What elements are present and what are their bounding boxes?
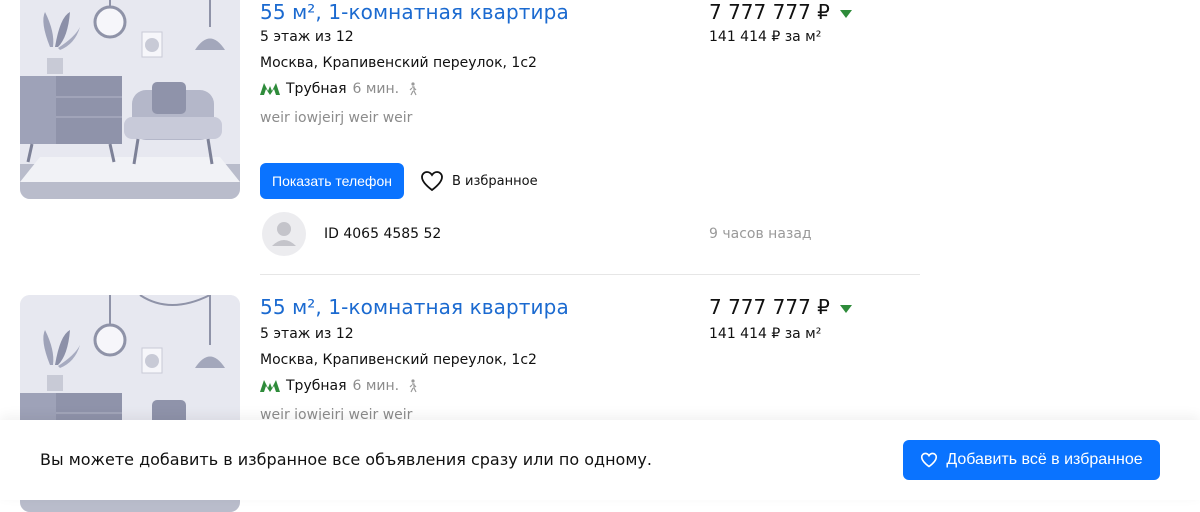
listing-price: 7 777 777 ₽	[709, 295, 852, 319]
listing-photo-placeholder[interactable]	[20, 0, 240, 199]
listing-title-link[interactable]: 55 м², 1-комнатная квартира	[260, 0, 569, 24]
owner-id: ID 4065 4585 52	[324, 226, 442, 242]
metro-station: Трубная	[286, 378, 347, 394]
listing-divider	[260, 274, 920, 275]
listing-address: Москва, Крапивенский переулок, 1с2	[260, 352, 537, 368]
favorite-label: В избранное	[452, 173, 538, 189]
walking-icon	[407, 82, 419, 96]
price-value: 7 777 777 ₽	[709, 295, 830, 319]
add-all-label: Добавить всё в избранное	[946, 451, 1143, 468]
price-trend-down-icon	[839, 10, 852, 18]
owner-avatar	[262, 212, 306, 256]
price-per-m2: 141 414 ₽ за м²	[709, 29, 822, 45]
listing-floor: 5 этаж из 12	[260, 29, 354, 45]
interior-illustration	[20, 0, 240, 199]
metro-station: Трубная	[286, 81, 347, 97]
listing-metro: Трубная 6 мин.	[260, 81, 419, 97]
favorites-hint-text: Вы можете добавить в избранное все объяв…	[40, 450, 652, 469]
listing-time-ago: 9 часов назад	[709, 226, 812, 242]
listing-address: Москва, Крапивенский переулок, 1с2	[260, 55, 537, 71]
add-to-favorites-button[interactable]: В избранное	[420, 170, 538, 192]
listing-metro: Трубная 6 мин.	[260, 378, 419, 394]
listing-price: 7 777 777 ₽	[709, 0, 852, 24]
show-phone-button[interactable]: Показать телефон	[260, 163, 404, 199]
heart-icon	[420, 170, 444, 192]
heart-icon	[920, 452, 938, 468]
metro-icon	[260, 83, 280, 95]
metro-icon	[260, 380, 280, 392]
price-trend-down-icon	[839, 305, 852, 313]
price-value: 7 777 777 ₽	[709, 0, 830, 24]
add-all-to-favorites-button[interactable]: Добавить всё в избранное	[903, 440, 1160, 480]
listing-description: weir iowjeirj weir weir	[260, 110, 413, 126]
listing-floor: 5 этаж из 12	[260, 326, 354, 342]
favorites-bottom-bar: Вы можете добавить в избранное все объяв…	[0, 420, 1200, 500]
price-per-m2: 141 414 ₽ за м²	[709, 326, 822, 342]
metro-walk-time: 6 мин.	[352, 81, 400, 97]
user-icon	[272, 222, 296, 246]
walking-icon	[407, 379, 419, 393]
metro-walk-time: 6 мин.	[352, 378, 400, 394]
listing-title-link[interactable]: 55 м², 1-комнатная квартира	[260, 295, 569, 319]
